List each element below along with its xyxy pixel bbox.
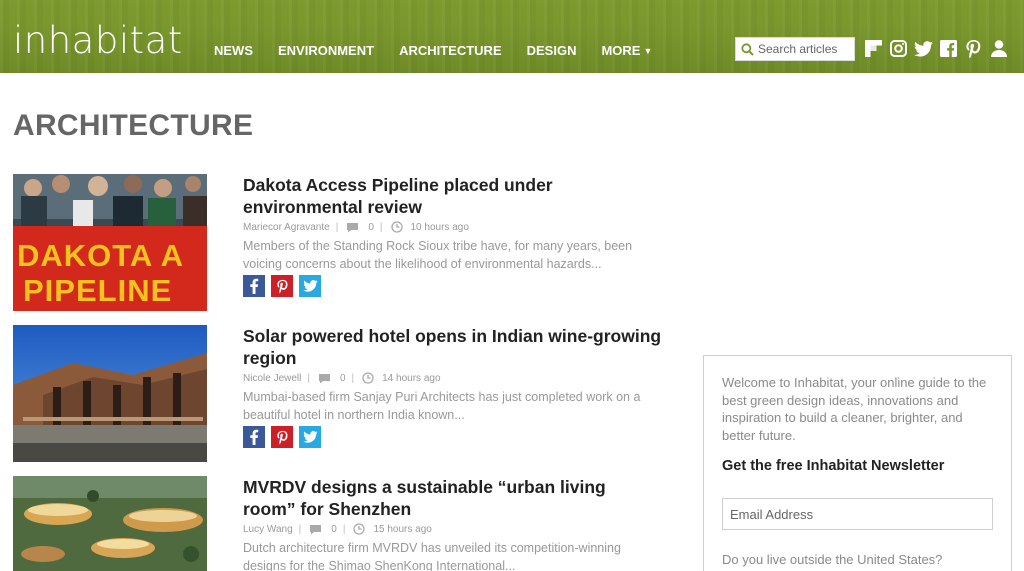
outside-us-link[interactable]: Do you live outside the United States? xyxy=(722,552,942,567)
article-meta: Nicole Jewell | 0 | 14 hours ago xyxy=(243,372,441,384)
pinterest-share-button[interactable] xyxy=(271,275,293,297)
article-author[interactable]: Nicole Jewell xyxy=(243,373,301,384)
clock-icon xyxy=(353,523,366,535)
page-title: ARCHITECTURE xyxy=(13,109,254,142)
article-author[interactable]: Mariecor Agravante xyxy=(243,222,330,233)
nav-item-more[interactable]: MORE ▼ xyxy=(601,43,652,58)
article-title[interactable]: Solar powered hotel opens in Indian wine… xyxy=(243,325,663,369)
twitter-icon[interactable] xyxy=(914,39,933,58)
pinterest-icon[interactable] xyxy=(964,39,983,58)
clock-icon xyxy=(362,372,374,384)
facebook-icon[interactable] xyxy=(939,39,958,58)
svg-text:DAKOTA A: DAKOTA A xyxy=(17,238,184,273)
comment-icon xyxy=(346,222,359,233)
email-field[interactable] xyxy=(722,498,993,530)
article-excerpt: Mumbai-based firm Sanjay Puri Architects… xyxy=(243,390,641,422)
caret-down-icon: ▼ xyxy=(643,45,653,56)
article-thumbnail[interactable] xyxy=(13,476,207,571)
article-title[interactable]: MVRDV designs a sustainable “urban livin… xyxy=(243,476,663,520)
flipboard-icon[interactable] xyxy=(864,39,883,58)
nav-item-architecture[interactable]: ARCHITECTURE xyxy=(399,43,502,58)
search-icon xyxy=(741,42,754,56)
comment-count[interactable]: 0 xyxy=(331,524,337,535)
meta-divider: | xyxy=(342,523,346,535)
newsletter-title: Get the free Inhabitat Newsletter xyxy=(722,458,945,474)
facebook-share-button[interactable] xyxy=(243,426,265,448)
meta-divider: | xyxy=(335,221,339,233)
share-buttons xyxy=(243,275,321,297)
article-time: 10 hours ago xyxy=(410,221,469,233)
nav-item-environment[interactable]: ENVIRONMENT xyxy=(278,43,374,58)
comment-icon xyxy=(318,373,331,384)
main-nav: NEWS ENVIRONMENT ARCHITECTURE DESIGN MOR… xyxy=(214,43,677,58)
facebook-share-button[interactable] xyxy=(243,275,265,297)
article-card: MVRDV designs a sustainable “urban livin… xyxy=(13,476,673,571)
nav-item-design[interactable]: DESIGN xyxy=(527,43,577,58)
newsletter-widget: Welcome to Inhabitat, your online guide … xyxy=(703,355,1012,571)
article-card: DAKOTA A PIPELINE Dakota Access Pipeline… xyxy=(13,174,673,314)
meta-divider: | xyxy=(351,372,355,384)
instagram-icon[interactable] xyxy=(889,39,908,58)
search-box[interactable] xyxy=(735,37,855,61)
nav-item-more-label: MORE xyxy=(601,43,641,58)
meta-divider: | xyxy=(298,523,302,535)
nav-item-news[interactable]: NEWS xyxy=(214,43,253,58)
article-meta: Lucy Wang | 0 | 15 hours ago xyxy=(243,523,432,535)
comment-icon xyxy=(309,524,322,535)
share-buttons xyxy=(243,426,321,448)
article-thumbnail[interactable] xyxy=(13,325,207,462)
search-input[interactable] xyxy=(758,42,854,56)
comment-count[interactable]: 0 xyxy=(368,222,374,233)
article-title[interactable]: Dakota Access Pipeline placed under envi… xyxy=(243,174,663,218)
article-excerpt: Members of the Standing Rock Sioux tribe… xyxy=(243,239,633,271)
clock-icon xyxy=(390,221,403,233)
article-meta: Mariecor Agravante | 0 | 10 hours ago xyxy=(243,221,469,233)
article-author[interactable]: Lucy Wang xyxy=(243,524,293,535)
article-time: 15 hours ago xyxy=(373,523,432,535)
comment-count[interactable]: 0 xyxy=(340,373,346,384)
welcome-text: Welcome to Inhabitat, your online guide … xyxy=(722,375,987,443)
social-links xyxy=(864,39,1008,58)
article-excerpt: Dutch architecture firm MVRDV has unveil… xyxy=(243,541,621,571)
meta-divider: | xyxy=(379,221,383,233)
site-header: inhabitat NEWS ENVIRONMENT ARCHITECTURE … xyxy=(0,0,1024,73)
article-time: 14 hours ago xyxy=(382,372,441,384)
site-logo[interactable]: inhabitat xyxy=(13,22,183,59)
svg-text:PIPELINE: PIPELINE xyxy=(23,273,172,308)
twitter-share-button[interactable] xyxy=(299,426,321,448)
meta-divider: | xyxy=(307,372,310,384)
pinterest-share-button[interactable] xyxy=(271,426,293,448)
user-icon[interactable] xyxy=(989,39,1008,58)
article-card: Solar powered hotel opens in Indian wine… xyxy=(13,325,673,465)
article-thumbnail[interactable]: DAKOTA A PIPELINE xyxy=(13,174,207,311)
twitter-share-button[interactable] xyxy=(299,275,321,297)
